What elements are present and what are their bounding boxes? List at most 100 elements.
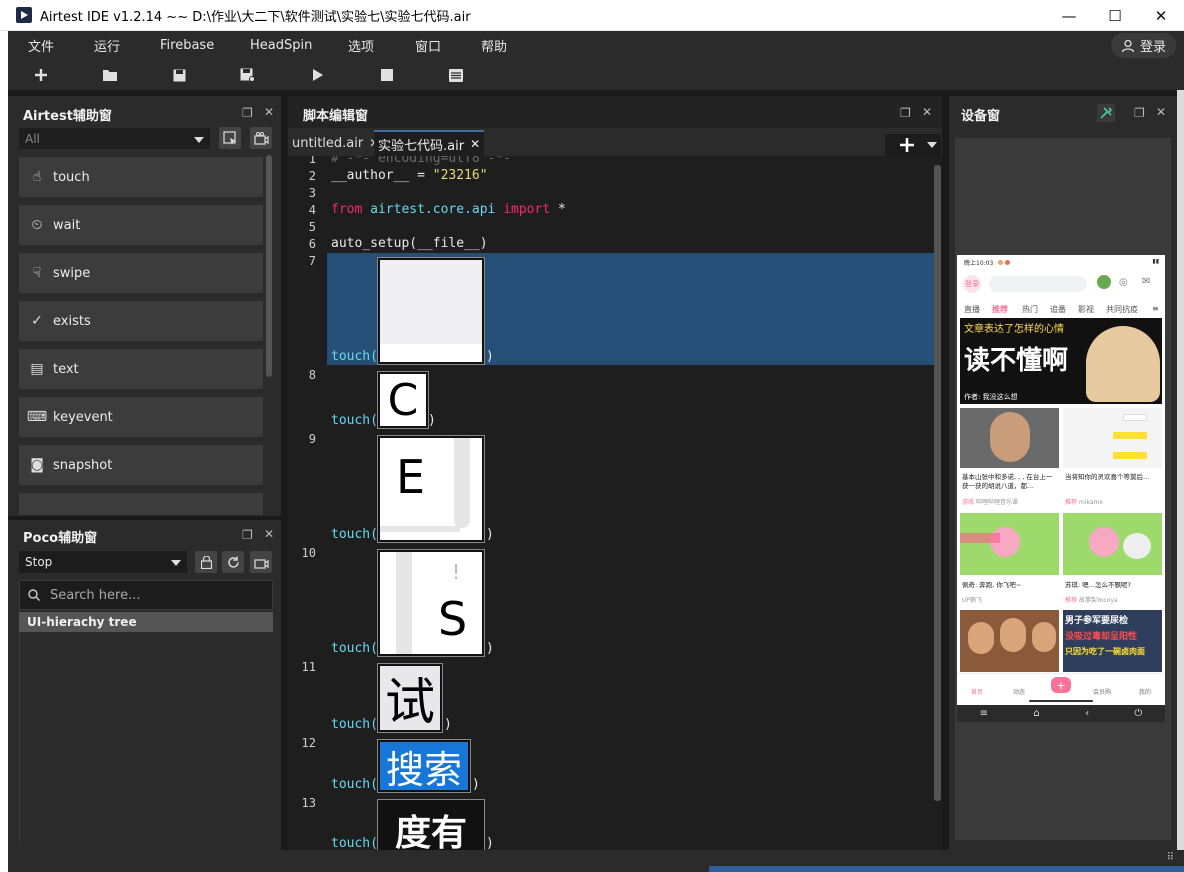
save-as-button[interactable]: [236, 64, 258, 86]
api-text-button[interactable]: ▤ text: [19, 349, 263, 389]
save-as-icon: [240, 68, 255, 82]
editor-float-icon[interactable]: ❐: [900, 106, 911, 120]
touch-image-shi[interactable]: 试: [377, 663, 443, 733]
thumb-effect: [960, 533, 1000, 543]
thumb-person: [1032, 622, 1056, 652]
panel-float-icon[interactable]: ❐: [242, 106, 253, 120]
resize-grip-icon[interactable]: ⠿: [1167, 852, 1174, 863]
device-tools-button[interactable]: [1097, 104, 1115, 122]
stop-button[interactable]: [376, 64, 398, 86]
device-power-icon[interactable]: ⏻: [1134, 708, 1142, 719]
poco-panel-close-icon[interactable]: ✕: [264, 527, 274, 541]
card-thumb-5: [960, 610, 1059, 672]
camera-settings-button[interactable]: [250, 127, 272, 149]
phone-nav-dynamic: 动态: [1013, 689, 1026, 696]
touch-call: touch(: [331, 641, 378, 656]
poco-search-placeholder: Search here...: [50, 587, 141, 603]
menu-firebase[interactable]: Firebase: [160, 38, 214, 53]
api-keyevent-button[interactable]: ⌨ keyevent: [19, 397, 263, 437]
touch-image-blank[interactable]: [377, 257, 485, 365]
folder-icon: [103, 70, 117, 81]
poco-search-field[interactable]: Search here...: [19, 580, 273, 610]
check-circle-icon: ✓: [31, 313, 43, 329]
video-camera-icon: [253, 131, 269, 145]
device-menu-icon[interactable]: ≡: [980, 708, 988, 719]
menu-headspin[interactable]: HeadSpin: [250, 38, 312, 53]
window-titlebar: Airtest IDE v1.2.14 ~~ D:\作业\大二下\软件测试\实验…: [0, 0, 1184, 31]
toolbar: [8, 60, 1184, 90]
login-button[interactable]: 登录: [1110, 33, 1176, 58]
device-close-icon[interactable]: ✕: [1156, 105, 1166, 119]
log-button[interactable]: [445, 64, 467, 86]
card-thumb-4: [1063, 513, 1162, 575]
menu-help[interactable]: 帮助: [481, 36, 507, 55]
line-number: 3: [308, 186, 316, 200]
line-number: 11: [301, 660, 316, 674]
record-button[interactable]: [219, 127, 241, 149]
thumb-rabbit: [1123, 533, 1151, 559]
insert-api-button[interactable]: [885, 134, 941, 156]
menu-options[interactable]: 选项: [348, 36, 374, 55]
api-swipe-button[interactable]: ☟ swipe: [19, 253, 263, 293]
airtest-panel-scrollbar[interactable]: [266, 155, 272, 377]
card-title-3: 佩奇: 奔跑, 你飞吧~: [962, 581, 1022, 589]
poco-camera-button[interactable]: [250, 551, 272, 573]
editor-scrollbar[interactable]: [934, 165, 941, 801]
api-touch-button[interactable]: ☝ touch: [19, 157, 263, 197]
hand-pointer-icon: ☝: [32, 169, 42, 185]
code-line-1: # -*- encoding=utf8 -*-: [331, 156, 512, 166]
api-sleep-button[interactable]: ☾ sleep: [19, 493, 263, 515]
phone-game-icon: [1097, 275, 1111, 289]
device-nav-bar: ≡ ⌂ ‹ ⏻: [957, 705, 1165, 722]
line-number: 6: [308, 237, 316, 251]
touch-image-c[interactable]: C: [377, 371, 429, 429]
menu-file[interactable]: 文件: [28, 36, 54, 55]
code-editor[interactable]: 1 2 3 4 5 6 7 8 9 10 11 12 13 # -*- enco…: [288, 156, 942, 850]
minimize-button[interactable]: —: [1046, 0, 1092, 31]
editor-close-icon[interactable]: ✕: [922, 105, 932, 119]
maximize-button[interactable]: ☐: [1092, 0, 1138, 31]
code-line-6: auto_setup(__file__): [331, 236, 488, 251]
panel-close-icon[interactable]: ✕: [264, 105, 274, 119]
refresh-button[interactable]: [222, 551, 244, 573]
api-snapshot-button[interactable]: ◙ snapshot: [19, 445, 263, 485]
touch-image-duyou[interactable]: 度有: [377, 799, 485, 850]
api-exists-button[interactable]: ✓ exists: [19, 301, 263, 341]
code-line-2: __author__ = "23216": [331, 168, 488, 183]
list-icon: [449, 68, 463, 82]
phone-screen[interactable]: 晚上10:03 ▮▮ 登录 ◎ ✉ 直播 推荐 热门 追番 影视 共同抗疫 ≡ …: [957, 255, 1165, 705]
refresh-icon: [227, 556, 239, 568]
touch-image-search[interactable]: 搜索: [377, 739, 471, 793]
touch-close: ): [427, 413, 436, 428]
lock-button[interactable]: [195, 551, 217, 573]
poco-mode-select[interactable]: Stop: [19, 551, 187, 573]
api-wait-button[interactable]: ⏲ wait: [19, 205, 263, 245]
clock-icon: ⏲: [31, 217, 43, 233]
card-title-2: 当将知你的灵欢喜个等莫后...: [1065, 473, 1150, 481]
device-home-icon[interactable]: ⌂: [1033, 708, 1039, 719]
thumb-person: [968, 622, 994, 654]
card-title-1: 基本山张中和多诺, , , 在台上一获一获的胡说八道，都...: [962, 473, 1053, 490]
tab-untitled[interactable]: untitled.air ✕: [288, 130, 383, 156]
open-button[interactable]: [99, 64, 121, 86]
card-meta-1: 游戏 哔哩哔哩音乐课: [962, 497, 1018, 506]
ui-hierarchy-tree-root[interactable]: UI-hierachy tree: [19, 612, 273, 632]
tab-close-icon[interactable]: ✕: [470, 137, 480, 151]
new-script-button[interactable]: [30, 64, 52, 86]
close-window-button[interactable]: ✕: [1138, 0, 1184, 31]
phone-nav-shop: 会员购: [1093, 689, 1112, 696]
touch-image-s[interactable]: ! S: [377, 549, 485, 657]
device-back-icon[interactable]: ‹: [1085, 708, 1089, 719]
run-button[interactable]: [307, 64, 329, 86]
device-float-icon[interactable]: ❐: [1134, 106, 1145, 120]
touch-image-e[interactable]: E: [377, 435, 485, 543]
menu-window[interactable]: 窗口: [415, 36, 441, 55]
poco-panel-float-icon[interactable]: ❐: [242, 528, 253, 542]
thumb-caption-3: 只因为吃了一碗卤肉面: [1065, 647, 1145, 656]
thumb-caption-1: 男子参军要尿检: [1065, 616, 1129, 626]
api-filter-select[interactable]: All: [19, 128, 210, 149]
touch-call: touch(: [331, 836, 378, 850]
save-button[interactable]: [168, 64, 190, 86]
tab-lab7[interactable]: 实验七代码.air ✕: [374, 130, 485, 156]
menu-run[interactable]: 运行: [94, 36, 120, 55]
